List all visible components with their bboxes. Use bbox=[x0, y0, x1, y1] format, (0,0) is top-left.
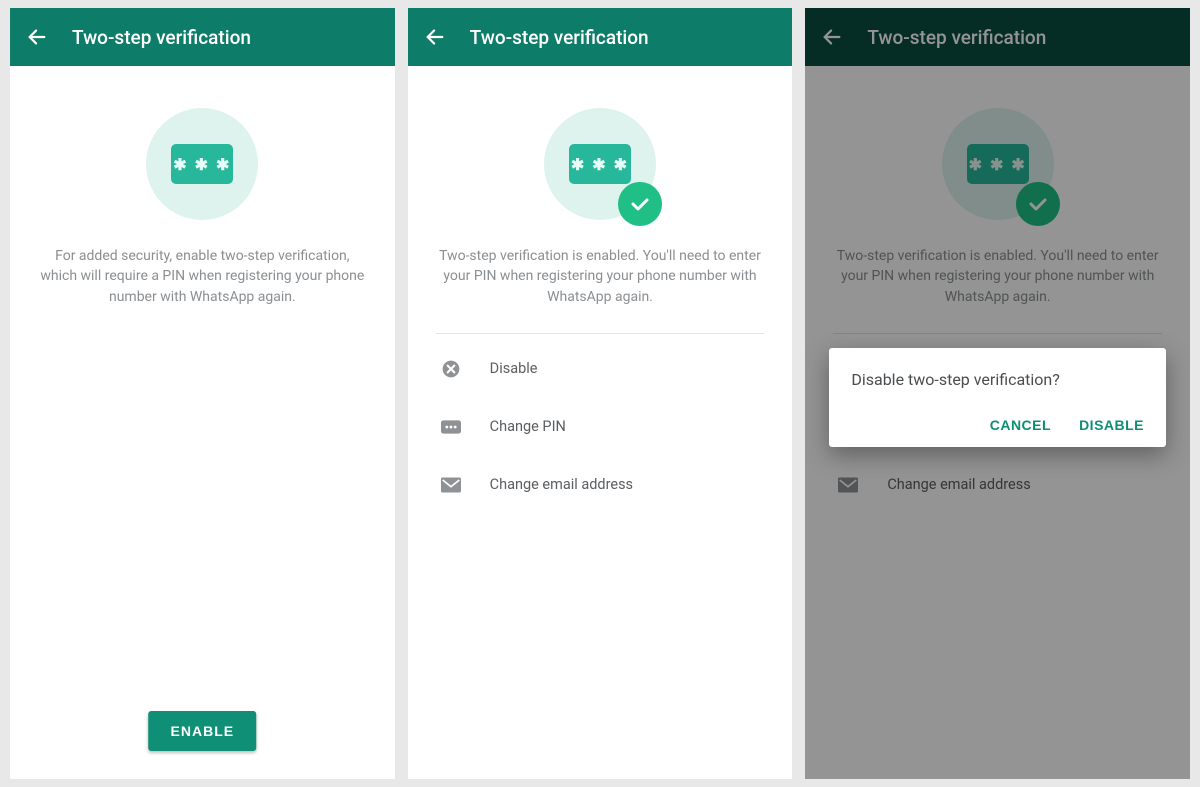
screen-disable-dialog: Two-step verification ✱ ✱ ✱ Two-step ver… bbox=[805, 8, 1190, 779]
disable-icon bbox=[440, 358, 462, 380]
divider bbox=[436, 333, 765, 334]
back-arrow-icon[interactable] bbox=[26, 26, 48, 48]
cancel-button[interactable]: CANCEL bbox=[990, 417, 1051, 433]
screen-enable-prompt: Two-step verification ✱ ✱ ✱ For added se… bbox=[10, 8, 395, 779]
pin-hero-icon: ✱ ✱ ✱ bbox=[146, 108, 258, 220]
options-list: Disable Change PIN Change email address bbox=[436, 340, 765, 514]
enable-button[interactable]: ENABLE bbox=[149, 711, 257, 751]
pin-box-icon: ✱ ✱ ✱ bbox=[569, 144, 631, 184]
description-text: For added security, enable two-step veri… bbox=[38, 246, 367, 307]
disable-confirm-dialog: Disable two-step verification? CANCEL DI… bbox=[829, 348, 1166, 447]
description-text: Two-step verification is enabled. You'll… bbox=[436, 246, 765, 307]
appbar-title: Two-step verification bbox=[470, 26, 649, 49]
appbar-title: Two-step verification bbox=[72, 26, 251, 49]
option-label: Change PIN bbox=[490, 418, 566, 435]
option-label: Disable bbox=[490, 360, 538, 377]
content-area: ✱ ✱ ✱ For added security, enable two-ste… bbox=[10, 66, 395, 779]
pin-dots-icon bbox=[440, 416, 462, 438]
screen-enabled-settings: Two-step verification ✱ ✱ ✱ Two-step ver… bbox=[408, 8, 793, 779]
option-change-pin[interactable]: Change PIN bbox=[436, 398, 765, 456]
option-change-email[interactable]: Change email address bbox=[436, 456, 765, 514]
pin-hero-icon: ✱ ✱ ✱ bbox=[544, 108, 656, 220]
disable-confirm-button[interactable]: DISABLE bbox=[1079, 417, 1144, 433]
appbar: Two-step verification bbox=[408, 8, 793, 66]
dialog-actions: CANCEL DISABLE bbox=[851, 417, 1144, 433]
appbar: Two-step verification bbox=[10, 8, 395, 66]
option-label: Change email address bbox=[490, 476, 633, 493]
pin-box-icon: ✱ ✱ ✱ bbox=[171, 144, 233, 184]
dialog-title: Disable two-step verification? bbox=[851, 370, 1144, 389]
checkmark-badge-icon bbox=[618, 182, 662, 226]
email-icon bbox=[440, 474, 462, 496]
content-area: ✱ ✱ ✱ Two-step verification is enabled. … bbox=[408, 66, 793, 779]
option-disable[interactable]: Disable bbox=[436, 340, 765, 398]
back-arrow-icon[interactable] bbox=[424, 26, 446, 48]
